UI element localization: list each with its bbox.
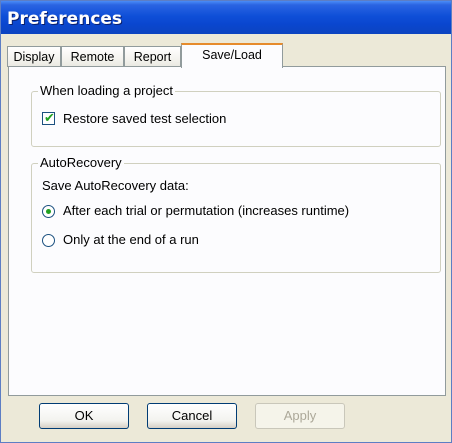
autorecovery-prompt: Save AutoRecovery data: — [42, 178, 189, 193]
radio-after-each-trial-label[interactable]: After each trial or permutation (increas… — [63, 203, 349, 218]
autorecovery-group: AutoRecovery Save AutoRecovery data: Aft… — [31, 155, 441, 273]
tab-strip: Display Remote Report Save/Load — [7, 43, 447, 68]
tab-display-label: Display — [13, 50, 55, 64]
title-bar[interactable]: Preferences — [1, 1, 451, 34]
ok-button[interactable]: OK — [39, 403, 129, 429]
tab-save-load-label: Save/Load — [202, 48, 262, 62]
save-load-panel: When loading a project ✔ Restore saved t… — [8, 66, 446, 396]
tab-remote[interactable]: Remote — [61, 46, 124, 67]
tab-remote-label: Remote — [70, 50, 115, 64]
tab-report-label: Report — [133, 50, 172, 64]
cancel-button[interactable]: Cancel — [147, 403, 237, 429]
checkmark-icon: ✔ — [44, 110, 55, 125]
restore-selection-checkbox[interactable]: ✔ — [42, 110, 55, 125]
loading-group-legend: When loading a project — [38, 83, 175, 98]
radio-end-of-run[interactable] — [42, 234, 55, 247]
restore-selection-label[interactable]: Restore saved test selection — [63, 111, 226, 126]
preferences-dialog: Preferences Display Remote Report Save/L… — [0, 0, 452, 443]
tab-save-load[interactable]: Save/Load — [181, 43, 283, 68]
tab-report[interactable]: Report — [124, 46, 181, 67]
autorecovery-group-legend: AutoRecovery — [38, 155, 124, 170]
radio-selected-dot — [46, 209, 51, 214]
window-title: Preferences — [7, 9, 123, 29]
radio-end-of-run-label[interactable]: Only at the end of a run — [63, 232, 199, 247]
apply-button[interactable]: Apply — [255, 403, 345, 429]
tab-display[interactable]: Display — [7, 46, 61, 67]
radio-after-each-trial[interactable] — [42, 205, 55, 218]
loading-group: When loading a project ✔ Restore saved t… — [31, 83, 441, 147]
